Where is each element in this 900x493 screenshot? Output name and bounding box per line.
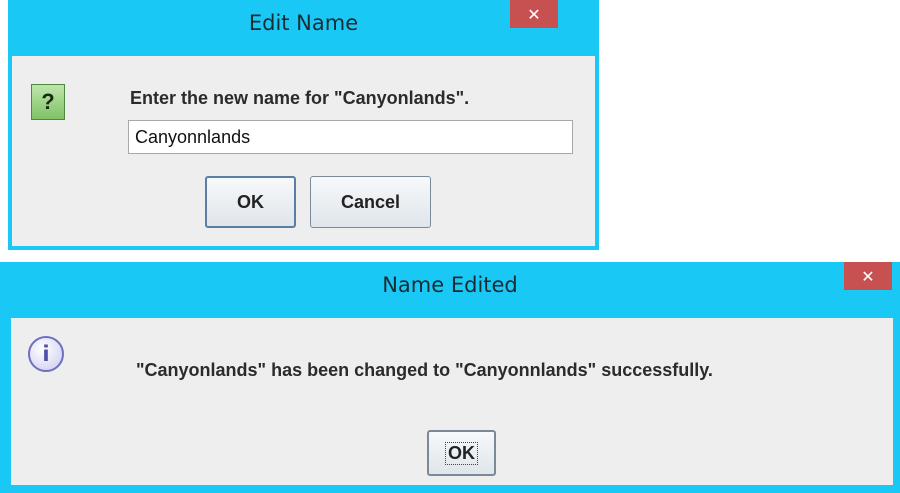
close-icon: ✕ (861, 266, 875, 286)
question-icon: ? (31, 84, 65, 120)
result-message: "Canyonlands" has been changed to "Canyo… (136, 360, 713, 380)
title-bar[interactable]: Edit Name ✕ (8, 0, 599, 46)
info-icon: i (28, 336, 64, 372)
prompt-label: Enter the new name for "Canyonlands". (130, 88, 470, 108)
close-button[interactable]: ✕ (844, 262, 892, 290)
dialog-content: i "Canyonlands" has been changed to "Can… (11, 318, 893, 485)
name-edited-dialog: Name Edited ✕ i "Canyonlands" has been c… (0, 262, 900, 493)
title-bar[interactable]: Name Edited ✕ (0, 262, 900, 308)
dialog-content: ? Enter the new name for "Canyonlands". … (12, 56, 595, 246)
ok-button[interactable]: OK (205, 176, 296, 228)
ok-button[interactable]: OK (427, 430, 496, 476)
name-input[interactable] (128, 120, 573, 154)
dialog-title: Name Edited (382, 273, 518, 297)
ok-button-label: OK (445, 441, 478, 465)
cancel-button[interactable]: Cancel (310, 176, 431, 228)
close-icon: ✕ (527, 4, 541, 24)
close-button[interactable]: ✕ (510, 0, 558, 28)
edit-name-dialog: Edit Name ✕ ? Enter the new name for "Ca… (8, 0, 599, 250)
